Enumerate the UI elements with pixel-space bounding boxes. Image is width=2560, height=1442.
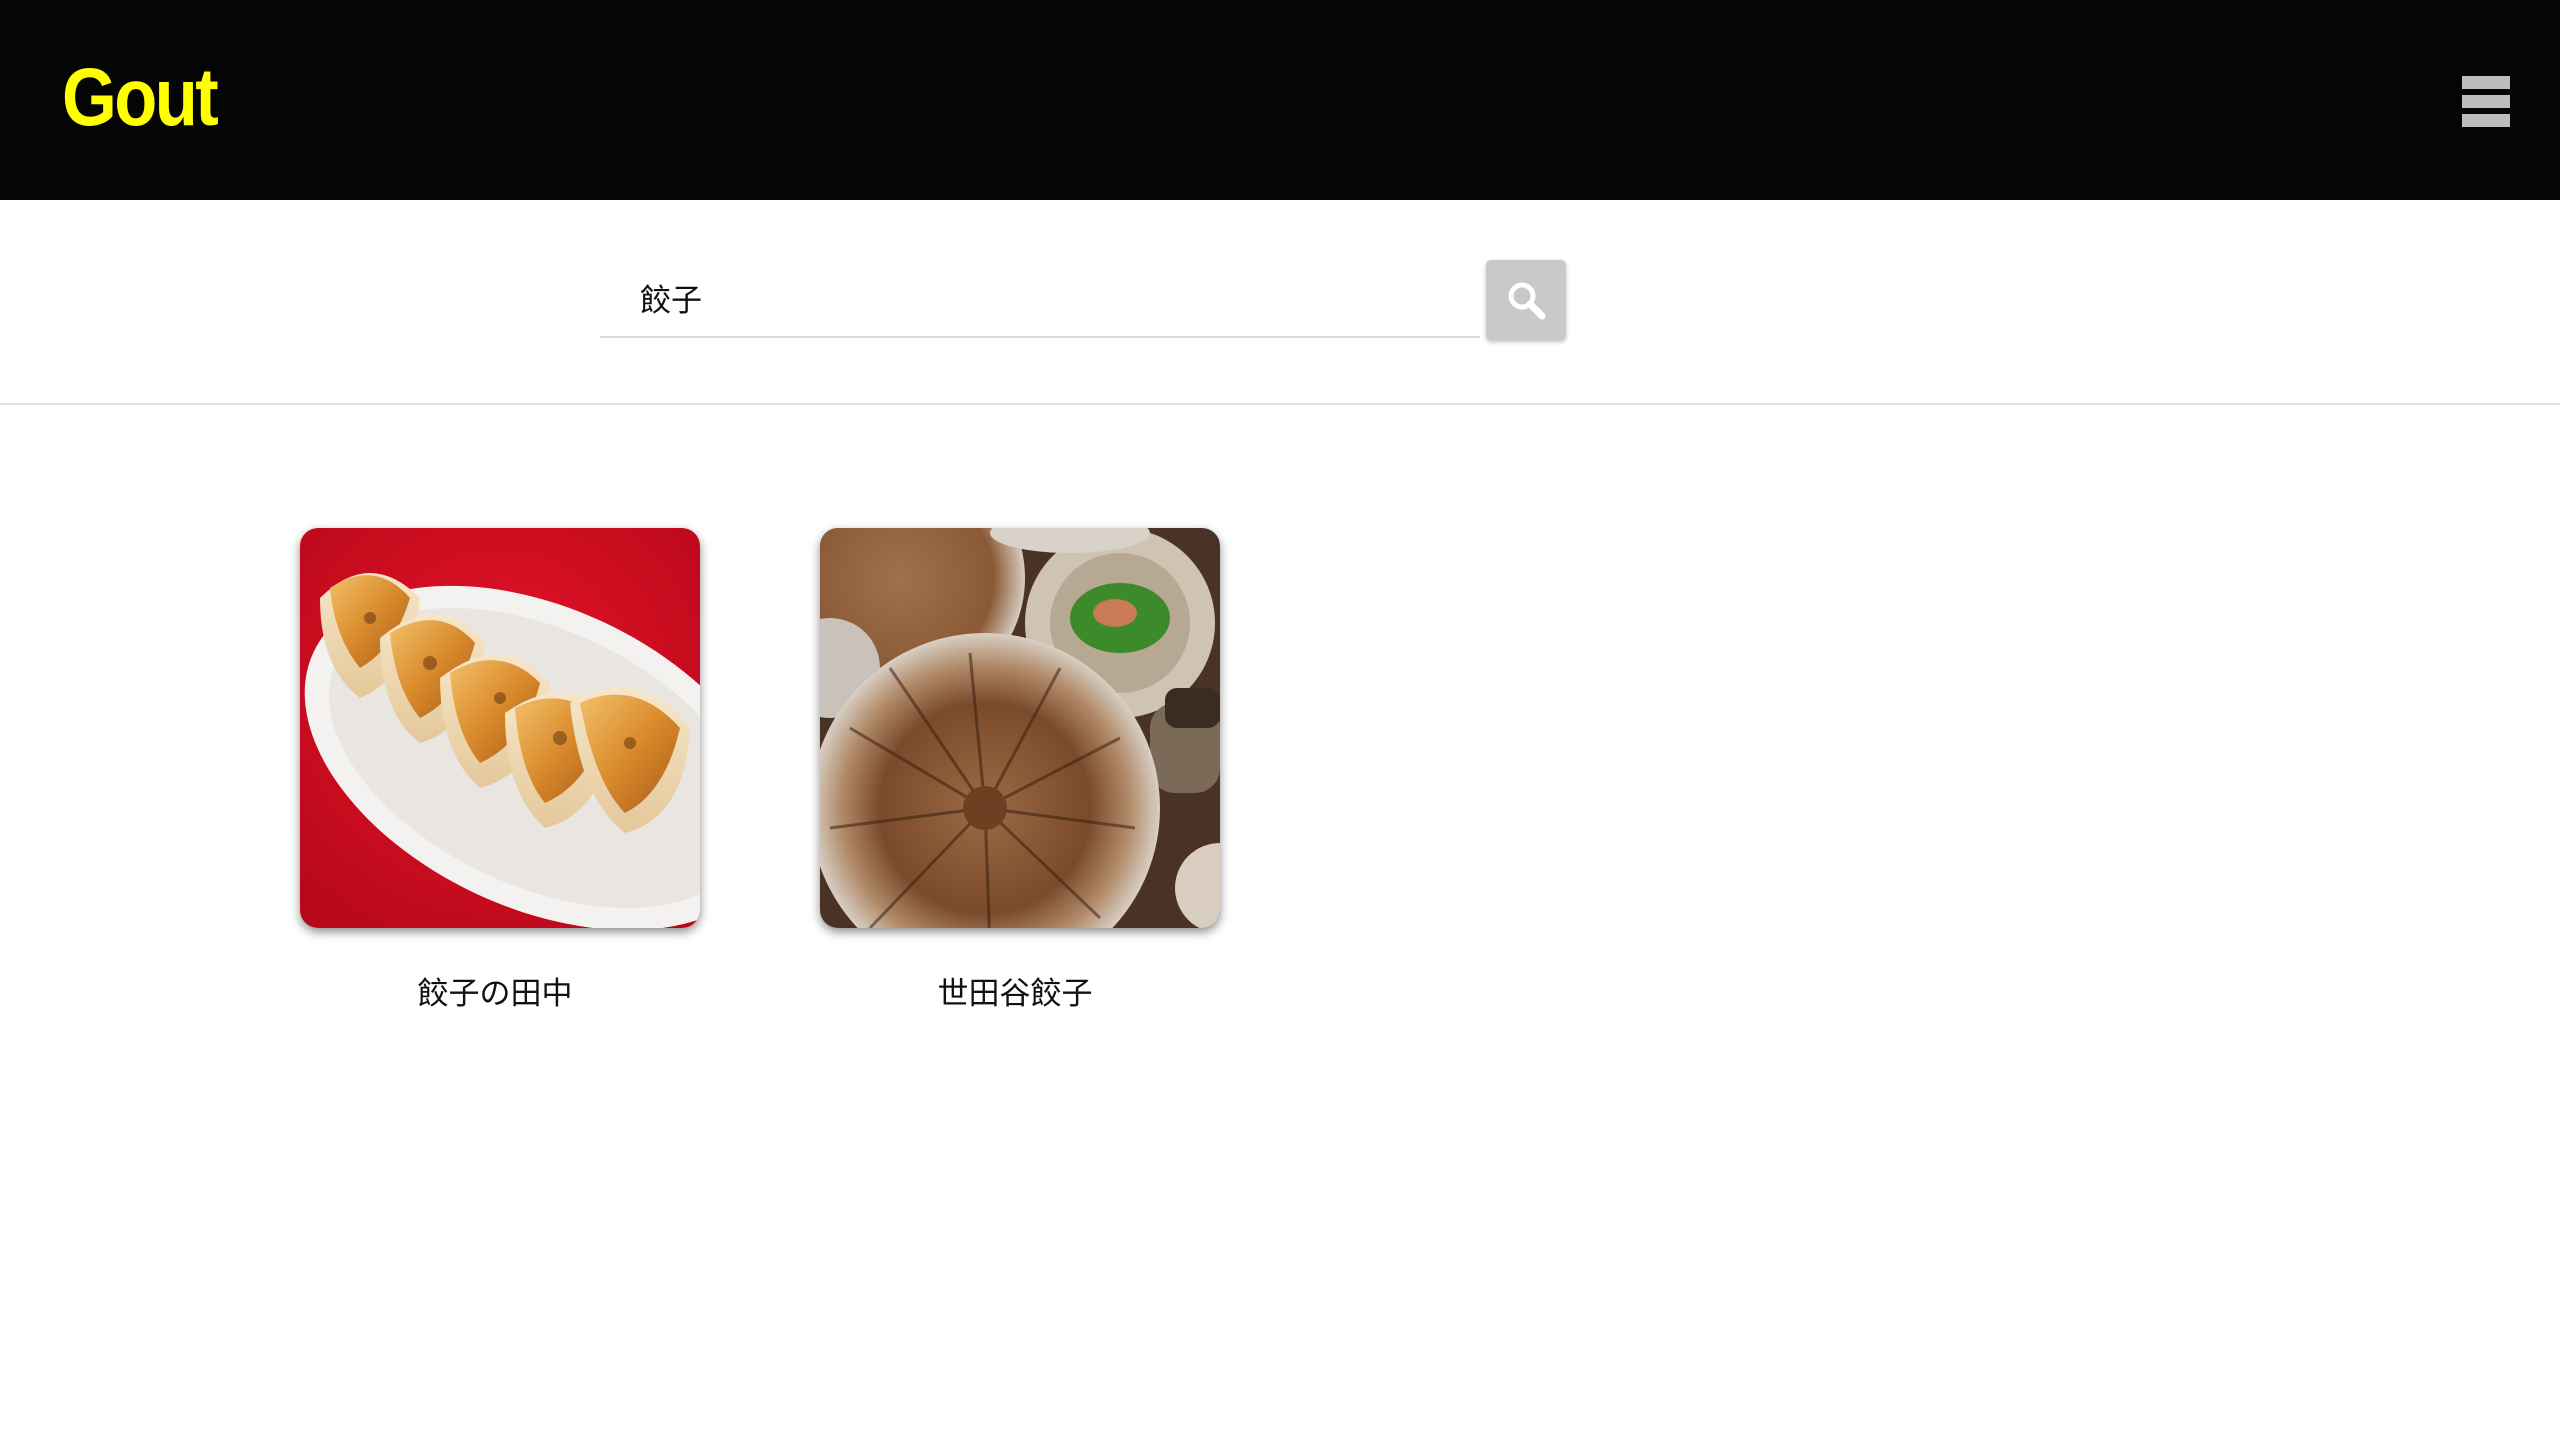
- result-name[interactable]: 世田谷餃子: [820, 974, 1210, 1014]
- search-input[interactable]: [600, 258, 1480, 338]
- gyoza-table-image: [820, 528, 1220, 928]
- app-header: Gout: [0, 0, 2560, 200]
- result-image[interactable]: [300, 528, 700, 928]
- app-logo[interactable]: Gout: [62, 48, 219, 148]
- result-image[interactable]: [820, 528, 1220, 928]
- search-icon: [1508, 282, 1546, 320]
- result-name[interactable]: 餃子の田中: [300, 974, 690, 1014]
- hamburger-menu-icon[interactable]: [2462, 76, 2510, 128]
- search-button[interactable]: [1486, 260, 1566, 340]
- search-bar: [0, 200, 2560, 405]
- gyoza-plate-image: [300, 528, 700, 928]
